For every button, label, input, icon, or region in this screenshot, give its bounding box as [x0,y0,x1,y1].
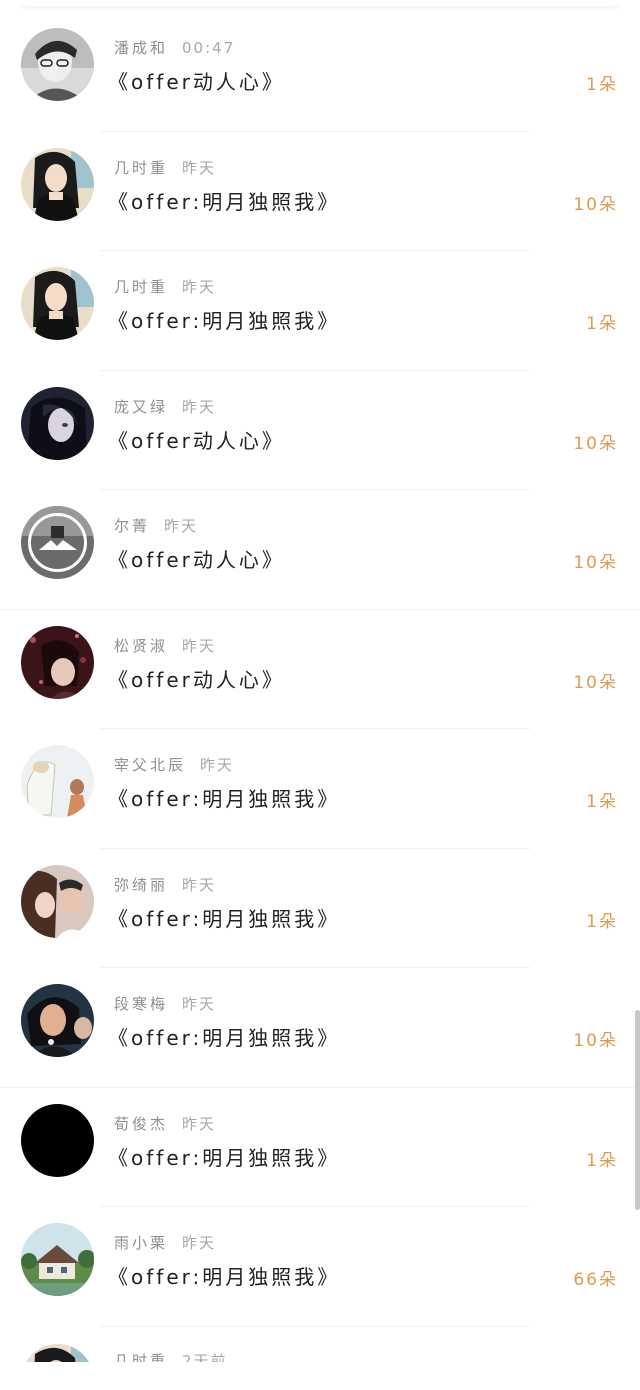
book-title: 《offer:明月独照我》 [108,1145,341,1170]
flower-count: 1朵 [586,792,618,812]
sender-name[interactable]: 庞又绿 [114,398,168,416]
sender-name[interactable]: 弥绮丽 [114,876,168,894]
list-item[interactable]: 几时重 昨天 《offer:明月独照我》 1朵 [0,251,640,371]
divider [100,1325,530,1327]
list-item[interactable]: 潘成和 00:47 《offer动人心》 1朵 [0,12,640,132]
sender-meta: 宰父北辰 昨天 [114,754,234,775]
send-time: 昨天 [200,756,235,774]
flower-count: 1朵 [586,1150,618,1171]
gift-record-list[interactable]: 潘成和 00:47 《offer动人心》 1朵 几时重 昨天 《offer:明月… [0,12,640,1327]
illustrated-woman-avatar[interactable] [21,147,94,221]
book-title: 《offer:明月独照我》 [108,1265,341,1289]
sender-meta: 松贤淑 昨天 [114,635,216,656]
gift-list-screen: 潘成和 00:47 《offer动人心》 1朵 几时重 昨天 《offer:明月… [0,0,640,1390]
book-title: 《offer动人心》 [108,428,285,453]
flower-count: 10朵 [573,194,618,215]
sender-name[interactable]: 荀俊杰 [114,1115,168,1133]
list-item[interactable]: 弥绮丽 昨天 《offer:明月独照我》 1朵 [0,849,640,968]
sender-meta: 几时重 昨天 [114,276,216,297]
sender-meta: 弥绮丽 昨天 [114,874,216,895]
panel-top-edge [20,0,620,6]
flower-count: 66朵 [573,1270,618,1290]
sender-name[interactable]: 尔菁 [114,517,150,535]
send-time: 昨天 [182,636,217,655]
couple-photo-avatar[interactable] [21,864,94,938]
list-item[interactable]: 荀俊杰 昨天 《offer:明月独照我》 1朵 [0,1088,640,1207]
dark-anime-avatar[interactable] [21,386,94,460]
pastel-drawing-avatar[interactable] [21,745,94,818]
send-time: 昨天 [182,875,217,894]
list-item[interactable]: 段寒梅 昨天 《offer:明月独照我》 10朵 [0,968,640,1088]
flower-count: 10朵 [573,553,618,573]
list-item[interactable]: 庞又绿 昨天 《offer动人心》 10朵 [0,371,640,490]
book-title: 《offer动人心》 [108,667,285,692]
house-landscape-avatar[interactable] [21,1223,94,1296]
send-time: 昨天 [182,278,217,296]
send-time: 00:47 [182,39,236,57]
sender-name[interactable]: 段寒梅 [114,995,168,1013]
sender-meta: 几时重 昨天 [114,157,216,178]
flower-count: 1朵 [586,911,618,932]
book-title: 《offer:明月独照我》 [108,787,341,811]
sender-meta: 庞又绿 昨天 [114,396,216,417]
sender-meta: 雨小栗 昨天 [114,1232,216,1253]
send-time: 昨天 [182,158,217,177]
send-time: 昨天 [182,995,217,1013]
list-item[interactable]: 松贤淑 昨天 《offer动人心》 10朵 [0,610,640,729]
flower-count: 1朵 [586,314,618,334]
book-title: 《offer:明月独照我》 [108,309,341,333]
book-title: 《offer:明月独照我》 [108,906,341,931]
list-item[interactable]: 宰父北辰 昨天 《offer:明月独照我》 1朵 [0,729,640,849]
sender-name[interactable]: 几时重 [114,1352,168,1362]
send-time: 昨天 [164,517,199,535]
sender-name[interactable]: 几时重 [114,159,168,177]
send-time: 昨天 [182,1234,217,1252]
sender-name[interactable]: 潘成和 [114,39,168,57]
book-title: 《offer:明月独照我》 [108,189,341,214]
book-title: 《offer动人心》 [108,548,285,572]
send-time: 昨天 [182,397,217,416]
circle-logo-avatar[interactable] [21,506,94,579]
flower-count: 1朵 [586,75,618,95]
book-title: 《offer:明月独照我》 [108,1026,341,1050]
woman-photo-avatar[interactable] [21,984,94,1057]
list-item[interactable]: 几时重 昨天 《offer:明月独照我》 10朵 [0,132,640,251]
flower-count: 10朵 [573,672,618,693]
portrait-gray-avatar[interactable] [21,28,94,101]
send-time: 昨天 [182,1114,217,1133]
sender-meta: 荀俊杰 昨天 [114,1113,216,1134]
flower-count: 10朵 [573,433,618,454]
glitter-portrait-avatar[interactable] [21,625,94,699]
scrollbar-thumb[interactable] [635,1010,640,1210]
sender-meta: 尔菁 昨天 [114,515,198,536]
sender-name[interactable]: 宰父北辰 [114,756,186,774]
book-title: 《offer动人心》 [108,70,285,94]
sender-meta: 几时重 2天前 [114,1350,228,1362]
sender-meta: 段寒梅 昨天 [114,993,216,1014]
illustrated-woman-avatar[interactable] [21,267,94,340]
black-avatar[interactable] [21,1103,94,1177]
flower-count: 10朵 [573,1031,618,1051]
illustrated-woman-avatar[interactable] [21,1344,94,1362]
send-time: 2天前 [182,1352,228,1362]
list-item[interactable]: 尔菁 昨天 《offer动人心》 10朵 [0,490,640,610]
sender-name[interactable]: 几时重 [114,278,168,296]
sender-meta: 潘成和 00:47 [114,37,235,58]
sender-name[interactable]: 松贤淑 [114,637,168,655]
list-item[interactable]: 雨小栗 昨天 《offer:明月独照我》 66朵 [0,1207,640,1327]
sender-name[interactable]: 雨小栗 [114,1234,168,1252]
list-item[interactable]: 几时重 2天前 [0,1332,640,1362]
